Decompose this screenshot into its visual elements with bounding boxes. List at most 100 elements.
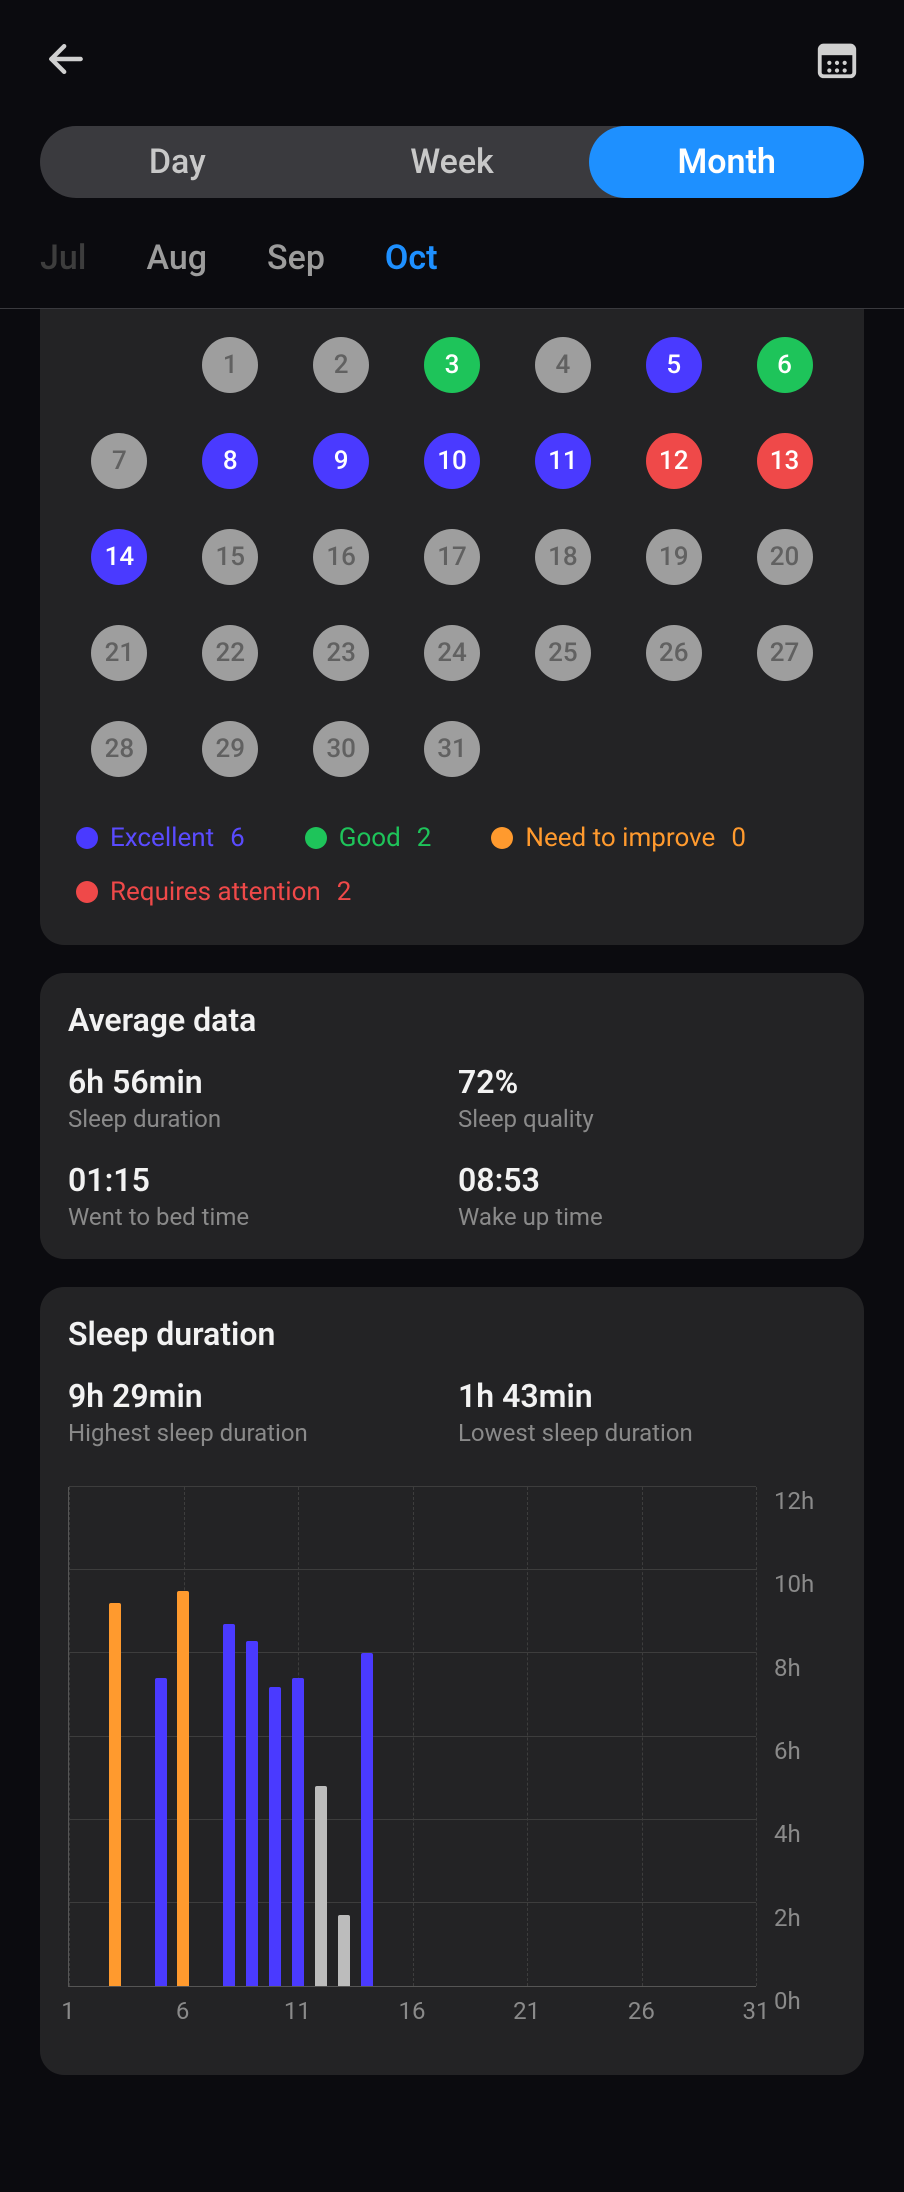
month-jul[interactable]: Jul [40, 238, 86, 278]
chart-bar [315, 1786, 327, 1986]
calendar-day[interactable]: 24 [401, 625, 504, 681]
stat-highest-duration: 9h 29min Highest sleep duration [68, 1377, 446, 1447]
calendar-day[interactable]: 13 [733, 433, 836, 489]
chart-bar [338, 1915, 350, 1986]
legend-excellent: Excellent 6 [76, 823, 245, 853]
tab-day[interactable]: Day [40, 126, 315, 198]
calendar-card: 1234567891011121314151617181920212223242… [40, 309, 864, 945]
calendar-day[interactable]: 6 [733, 337, 836, 393]
legend-label: Need to improve [525, 823, 715, 853]
calendar-day[interactable]: 15 [179, 529, 282, 585]
calendar-day[interactable]: 20 [733, 529, 836, 585]
view-segmented-control[interactable]: Day Week Month [40, 126, 864, 198]
calendar-day[interactable]: 3 [401, 337, 504, 393]
stat-label: Sleep duration [68, 1105, 446, 1133]
calendar-day[interactable]: 5 [622, 337, 725, 393]
calendar-day[interactable]: 16 [290, 529, 393, 585]
dot-icon [305, 827, 327, 849]
stat-label: Sleep quality [458, 1105, 836, 1133]
stat-lowest-duration: 1h 43min Lowest sleep duration [458, 1377, 836, 1447]
month-aug[interactable]: Aug [146, 238, 207, 278]
legend-label: Excellent [110, 823, 214, 853]
chart-bar [223, 1624, 235, 1986]
dot-icon [491, 827, 513, 849]
calendar-day[interactable]: 28 [68, 721, 171, 777]
calendar-day[interactable]: 26 [622, 625, 725, 681]
stat-value: 72% [458, 1063, 836, 1101]
x-tick-label: 1 [61, 1997, 75, 2025]
back-button[interactable] [44, 37, 88, 85]
calendar-day[interactable]: 12 [622, 433, 725, 489]
dot-icon [76, 827, 98, 849]
calendar-day[interactable]: 9 [290, 433, 393, 489]
calendar-day[interactable]: 23 [290, 625, 393, 681]
legend-improve: Need to improve 0 [491, 823, 746, 853]
tab-week[interactable]: Week [315, 126, 590, 198]
stat-label: Lowest sleep duration [458, 1419, 836, 1447]
chart-bar [109, 1603, 121, 1986]
stat-wake-time: 08:53 Wake up time [458, 1161, 836, 1231]
calendar-day[interactable]: 8 [179, 433, 282, 489]
calendar-day[interactable]: 7 [68, 433, 171, 489]
legend-count: 0 [731, 823, 746, 853]
calendar-day[interactable]: 17 [401, 529, 504, 585]
stat-sleep-quality: 72% Sleep quality [458, 1063, 836, 1133]
calendar-day[interactable]: 25 [511, 625, 614, 681]
card-title: Average data [68, 1001, 836, 1039]
calendar-legend: Excellent 6 Good 2 Need to improve 0 Req… [68, 807, 836, 917]
chart-bar [155, 1678, 167, 1986]
chart-bar [361, 1653, 373, 1986]
dot-icon [76, 881, 98, 903]
month-selector[interactable]: Jul Aug Sep Oct [0, 198, 904, 308]
stat-value: 08:53 [458, 1161, 836, 1199]
chart-bar [292, 1678, 304, 1986]
legend-count: 2 [337, 877, 352, 907]
legend-label: Good [339, 823, 401, 853]
legend-count: 2 [417, 823, 432, 853]
legend-attention: Requires attention 2 [76, 877, 351, 907]
legend-good: Good 2 [305, 823, 432, 853]
x-tick-label: 11 [284, 1997, 311, 2025]
calendar-day[interactable]: 27 [733, 625, 836, 681]
legend-label: Requires attention [110, 877, 321, 907]
stat-label: Wake up time [458, 1203, 836, 1231]
x-tick-label: 16 [399, 1997, 426, 2025]
calendar-day[interactable]: 19 [622, 529, 725, 585]
chart-bar [246, 1641, 258, 1986]
stat-label: Went to bed time [68, 1203, 446, 1231]
card-title: Sleep duration [68, 1315, 836, 1353]
x-tick-label: 21 [513, 1997, 540, 2025]
x-tick-label: 6 [176, 1997, 190, 2025]
calendar-grid: 1234567891011121314151617181920212223242… [68, 323, 836, 807]
calendar-day[interactable]: 29 [179, 721, 282, 777]
x-tick-label: 31 [743, 1997, 770, 2025]
stat-value: 01:15 [68, 1161, 446, 1199]
calendar-day[interactable]: 2 [290, 337, 393, 393]
stat-value: 6h 56min [68, 1063, 446, 1101]
calendar-icon-button[interactable] [814, 36, 860, 86]
calendar-day[interactable]: 1 [179, 337, 282, 393]
stat-label: Highest sleep duration [68, 1419, 446, 1447]
calendar-day[interactable]: 4 [511, 337, 614, 393]
sleep-duration-chart: 0h2h4h6h8h10h12h 161116212631 [68, 1487, 836, 2047]
calendar-day[interactable]: 11 [511, 433, 614, 489]
calendar-day[interactable]: 22 [179, 625, 282, 681]
calendar-day[interactable]: 14 [68, 529, 171, 585]
calendar-day[interactable]: 30 [290, 721, 393, 777]
calendar-day[interactable]: 10 [401, 433, 504, 489]
legend-count: 6 [230, 823, 245, 853]
calendar-day[interactable]: 18 [511, 529, 614, 585]
x-tick-label: 26 [628, 1997, 655, 2025]
month-oct[interactable]: Oct [385, 238, 438, 278]
stat-value: 9h 29min [68, 1377, 446, 1415]
stat-bed-time: 01:15 Went to bed time [68, 1161, 446, 1231]
sleep-duration-card: Sleep duration 9h 29min Highest sleep du… [40, 1287, 864, 2075]
month-sep[interactable]: Sep [267, 238, 325, 278]
chart-bar [177, 1591, 189, 1986]
stat-sleep-duration: 6h 56min Sleep duration [68, 1063, 446, 1133]
calendar-day[interactable]: 21 [68, 625, 171, 681]
tab-month[interactable]: Month [589, 126, 864, 198]
stat-value: 1h 43min [458, 1377, 836, 1415]
calendar-day[interactable]: 31 [401, 721, 504, 777]
average-data-card: Average data 6h 56min Sleep duration 72%… [40, 973, 864, 1259]
